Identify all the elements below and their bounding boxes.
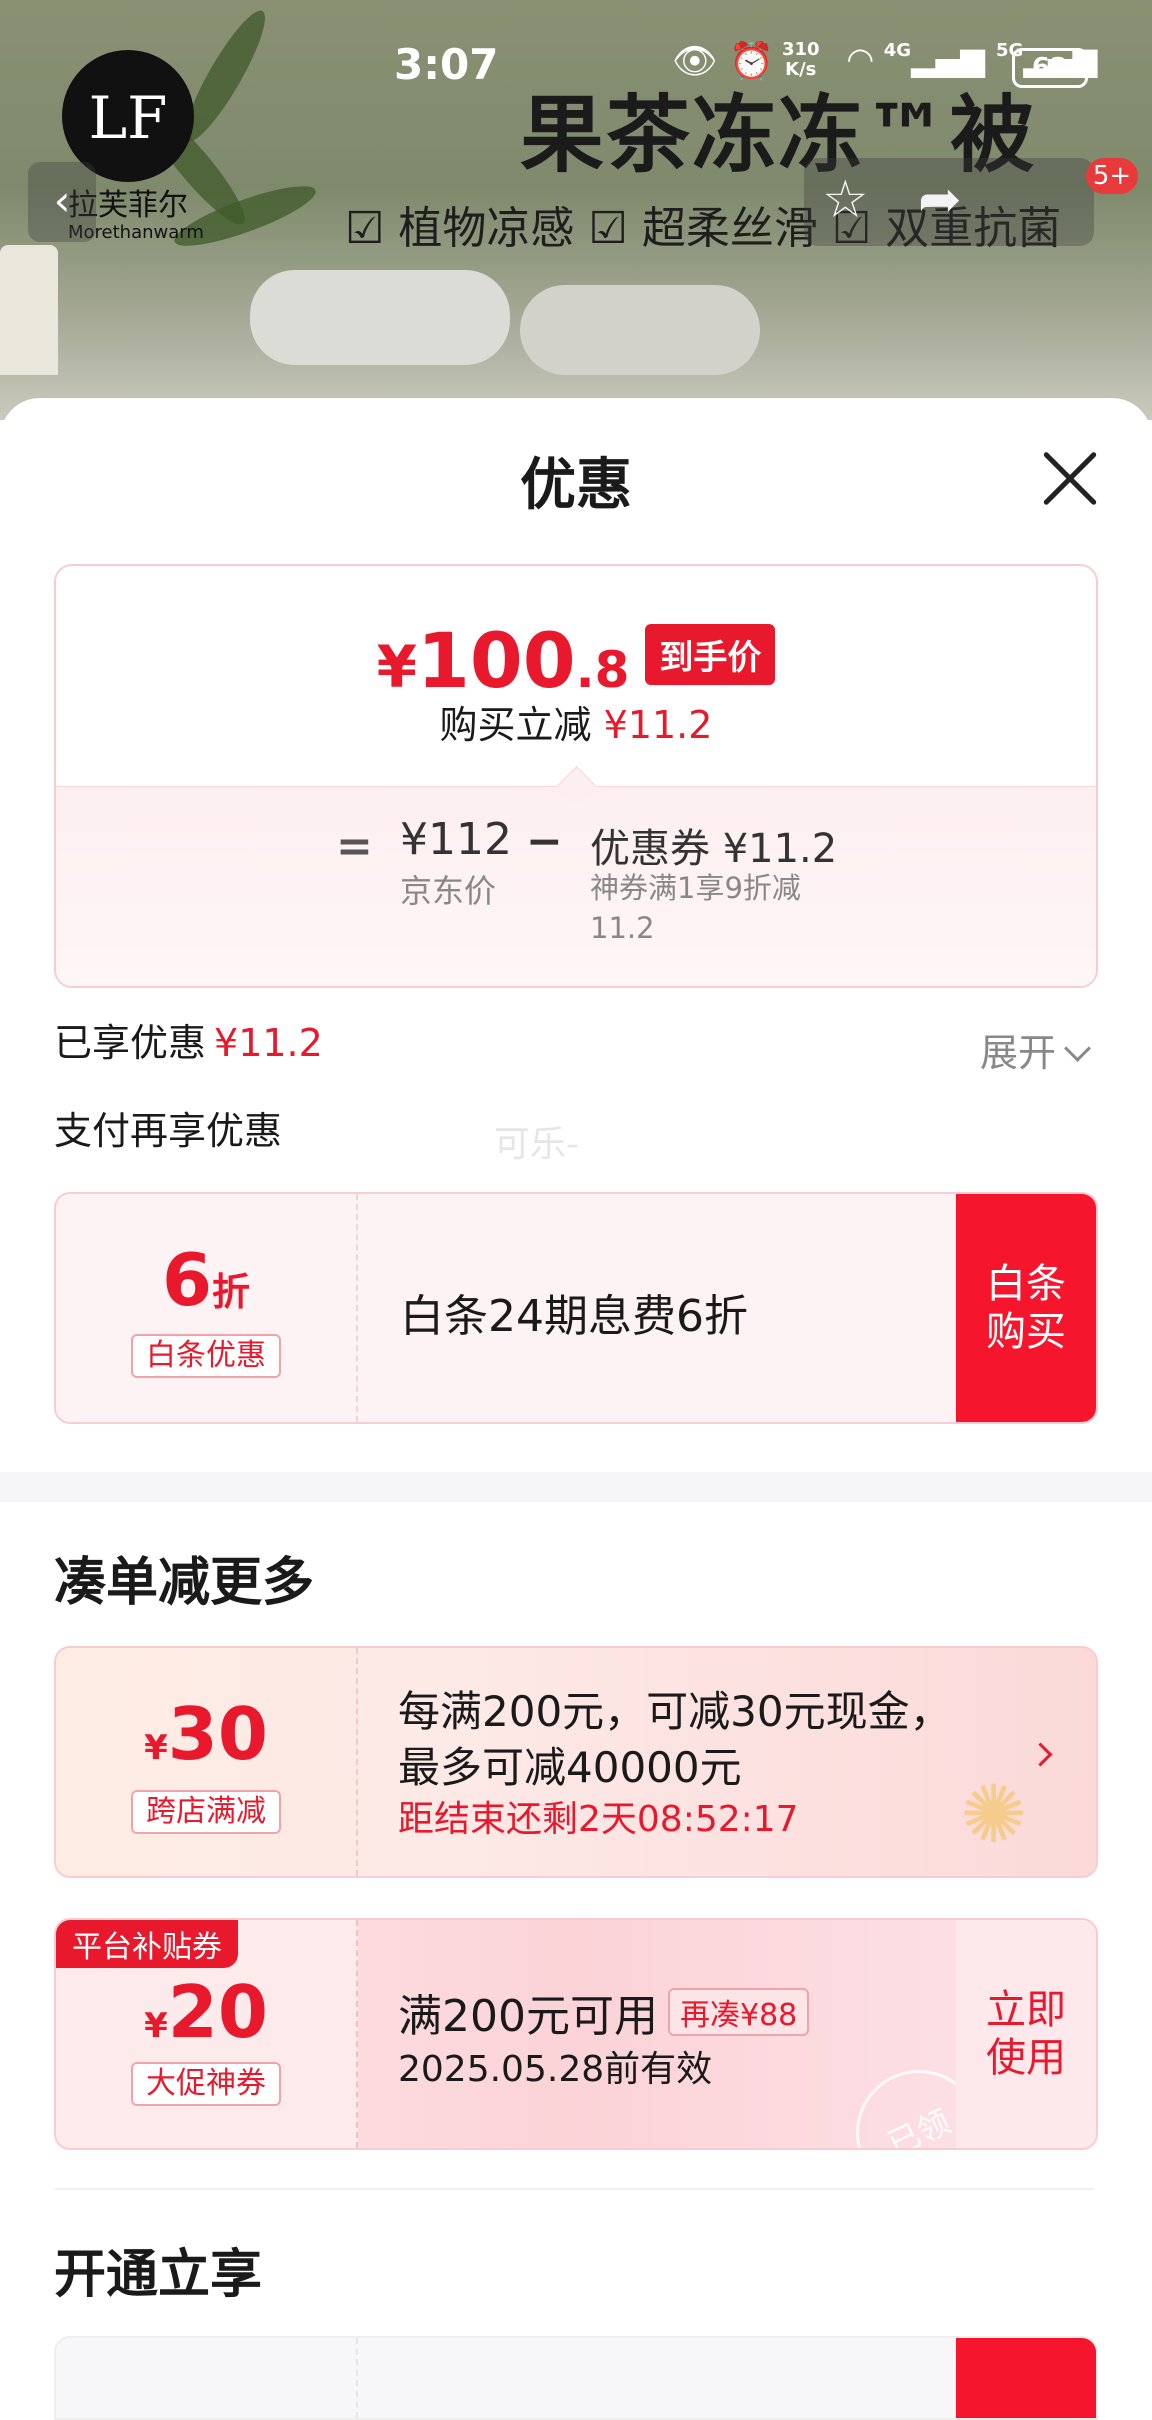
pillow-image	[520, 285, 760, 375]
instant-discount-label: 购买立减	[439, 703, 592, 747]
status-icons: 👁 ⏰	[672, 40, 774, 82]
baitiao-offer-card: 6折 白条优惠 白条24期息费6折 白条 购买	[54, 1192, 1098, 1424]
platform-subsidy-badge: 平台补贴券	[56, 1920, 238, 1968]
price-breakdown-bottom	[56, 786, 1096, 986]
eye-icon: 👁	[672, 41, 718, 82]
sheet-title: 优惠	[520, 453, 632, 518]
firework-decoration: ✺	[960, 1768, 1028, 1861]
more-section-title: 凑单减更多	[54, 1553, 315, 1613]
price-decimal: .8	[575, 641, 630, 699]
price-integer: 100	[416, 616, 576, 705]
watermark-text: 可乐-	[494, 1124, 579, 1165]
chevron-right-icon	[1028, 1742, 1053, 1767]
baitiao-tag: 白条优惠	[131, 1334, 281, 1378]
platform-coupon-card: 平台补贴券 ¥20 大促神券 满200元可用 再凑¥88 2025.05.28前有…	[54, 1918, 1098, 2150]
chevron-down-icon	[1064, 1035, 1091, 1062]
add-more-tag[interactable]: 再凑¥88	[667, 1988, 810, 2036]
cross-store-currency: ¥	[144, 1728, 168, 1768]
section-divider	[0, 1472, 1152, 1502]
cross-store-amount-value: 30	[167, 1692, 268, 1776]
message-count-badge[interactable]: 5+	[1086, 158, 1138, 194]
speed-unit: K/s	[785, 59, 817, 80]
coupon-description: 神券满1享9折减11.2	[590, 871, 801, 945]
close-icon[interactable]	[1040, 448, 1100, 508]
use-now-button[interactable]: 立即 使用	[956, 1920, 1096, 2148]
plant-pot	[0, 245, 58, 375]
card-divider	[356, 2338, 358, 2418]
speed-value: 310	[782, 39, 820, 60]
payment-discount-heading: 支付再享优惠	[54, 1109, 283, 1153]
expand-label: 展开	[980, 1031, 1057, 1075]
baitiao-discount-number: 6	[161, 1238, 213, 1322]
platform-coupon-amount-value: 20	[167, 1970, 268, 2054]
platform-coupon-validity: 2025.05.28前有效	[398, 2049, 713, 2090]
cross-store-tag: 跨店满减	[131, 1790, 281, 1834]
platform-coupon-amount: ¥20	[56, 1970, 356, 2054]
baitiao-discount: 6折	[56, 1238, 356, 1322]
pillow-image	[250, 270, 510, 365]
signal-icon: ▂▄▆	[911, 40, 985, 78]
expand-toggle[interactable]: 展开	[980, 1022, 1091, 1077]
baitiao-offer-title: 白条24期息费6折	[400, 1291, 748, 1342]
battery-indicator: 62	[1012, 48, 1088, 88]
coupon-condition-text: 满200元可用	[398, 1991, 658, 2042]
wifi-icon: ◠	[848, 40, 873, 78]
cross-store-amount: ¥30	[56, 1692, 356, 1776]
alarm-icon: ⏰	[729, 41, 774, 82]
membership-offer-button[interactable]	[956, 2338, 1096, 2418]
network-speed: 310 K/s	[782, 40, 820, 80]
use-now-label: 立即 使用	[986, 1987, 1066, 2081]
open-section-title: 开通立享	[54, 2245, 263, 2305]
cross-store-rule-line2: 最多可减40000元	[398, 1743, 742, 1792]
instant-discount-value: ¥11.2	[603, 703, 713, 747]
baitiao-discount-unit: 折	[212, 1270, 251, 1314]
cross-store-rule-line1: 每满200元，可减30元现金，	[398, 1687, 952, 1736]
enjoyed-discount: 已享优惠 ¥11.2	[54, 1012, 323, 1067]
cross-store-countdown: 距结束还剩2天08:52:17	[398, 1799, 799, 1840]
equals-sign: =	[336, 821, 373, 872]
baitiao-buy-button[interactable]: 白条 购买	[956, 1194, 1096, 1422]
final-price: ¥100.8 到手价	[56, 616, 1096, 705]
price-breakdown-card: ¥100.8 到手价 购买立减 ¥11.2 = ¥112 京东价 − 优惠券 ¥1…	[54, 564, 1098, 988]
back-button[interactable]: ‹	[28, 162, 96, 242]
membership-offer-card[interactable]	[54, 2336, 1098, 2420]
baitiao-buy-label: 白条 购买	[986, 1261, 1066, 1355]
chevron-left-icon: ‹	[53, 176, 71, 225]
section-divider	[54, 2188, 1094, 2190]
brand-logo-text: LF	[88, 84, 168, 152]
network-4g: 4G	[883, 40, 912, 61]
enjoyed-discount-label: 已享优惠	[54, 1021, 207, 1065]
cross-store-offer-card[interactable]: ¥30 跨店满减 每满200元，可减30元现金， 最多可减40000元 距结束还…	[54, 1646, 1098, 1878]
minus-sign: −	[526, 816, 563, 867]
coupon-amount: 优惠券 ¥11.2	[590, 826, 838, 872]
final-price-tag: 到手价	[645, 624, 776, 685]
share-icon[interactable]: ➦	[918, 170, 962, 230]
star-icon[interactable]: ☆	[822, 170, 869, 230]
status-time: 3:07	[394, 40, 499, 89]
jd-price: ¥112	[400, 814, 512, 865]
platform-coupon-currency: ¥	[144, 2006, 168, 2046]
jd-price-label: 京东价	[400, 872, 497, 910]
enjoyed-discount-value: ¥11.2	[214, 1021, 323, 1065]
instant-discount: 购买立减 ¥11.2	[56, 694, 1096, 749]
price-currency: ¥	[376, 633, 417, 701]
platform-coupon-tag: 大促神券	[131, 2062, 281, 2106]
platform-coupon-condition: 满200元可用 再凑¥88	[398, 1980, 810, 2044]
